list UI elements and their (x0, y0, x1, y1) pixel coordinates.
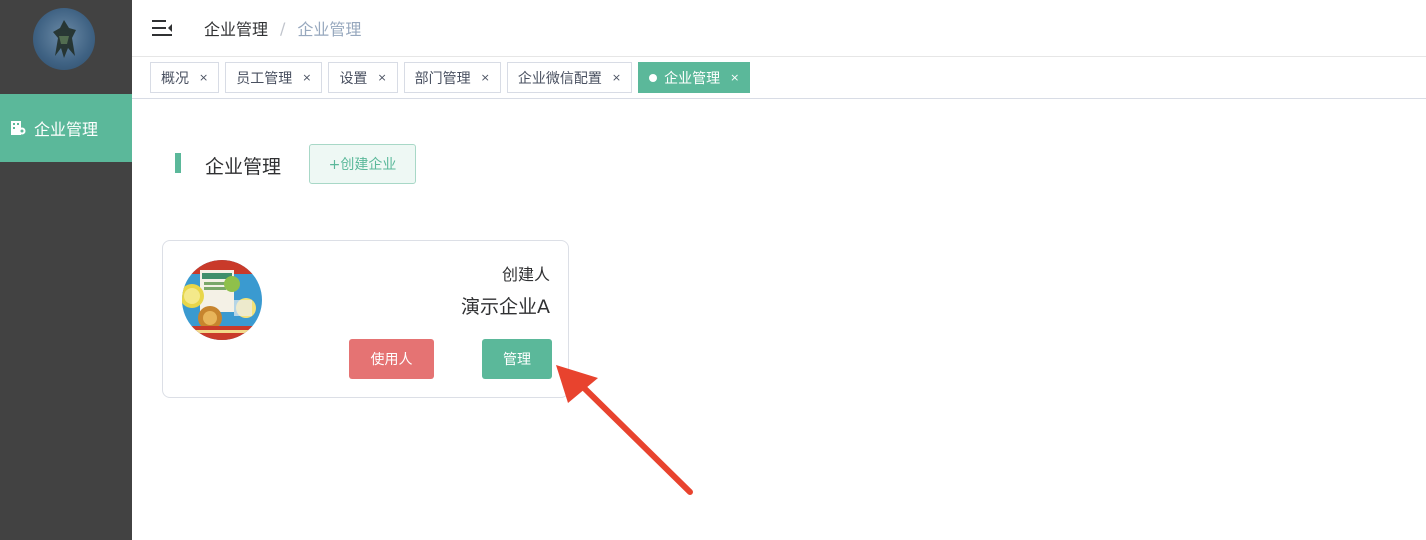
manage-button[interactable]: 管理 (482, 339, 552, 379)
users-button[interactable]: 使用人 (349, 339, 434, 379)
breadcrumb-item[interactable]: 企业管理 (204, 16, 268, 40)
tab-settings[interactable]: 设置 × (328, 62, 398, 93)
tabs-bar: 概况 × 员工管理 × 设置 × 部门管理 × 企业微信配置 × 企业管理 × (132, 57, 1426, 99)
creator-label: 创建人 (501, 265, 550, 284)
close-icon[interactable]: × (199, 71, 208, 84)
tab-label: 部门管理 (414, 70, 471, 87)
active-dot-icon (649, 73, 658, 82)
tab-department-management[interactable]: 部门管理 × (403, 62, 501, 93)
tab-label: 员工管理 (236, 70, 293, 87)
tab-wecom-config[interactable]: 企业微信配置 × (506, 62, 633, 93)
sidebar-item-label: 企业管理 (34, 120, 99, 139)
building-icon (10, 120, 26, 136)
close-icon[interactable]: × (481, 71, 490, 84)
user-avatar[interactable] (33, 8, 95, 70)
tab-label: 设置 (339, 70, 368, 87)
tab-label: 概况 (161, 70, 189, 87)
breadcrumb: 企业管理 / 企业管理 (204, 16, 361, 40)
tab-employee-management[interactable]: 员工管理 × (225, 62, 323, 93)
sidebar-item-company-management[interactable]: 企业管理 (0, 94, 132, 162)
close-icon[interactable]: × (612, 71, 621, 84)
tab-label: 企业微信配置 (517, 70, 602, 87)
collapse-menu-icon[interactable] (152, 19, 174, 37)
close-icon[interactable]: × (730, 71, 739, 84)
close-icon[interactable]: × (302, 71, 311, 84)
tab-overview[interactable]: 概况 × (150, 62, 220, 93)
red-arrow-annotation (556, 365, 693, 495)
tab-label: 企业管理 (664, 70, 721, 87)
breadcrumb-separator: / (280, 18, 286, 38)
company-name: 演示企业A (461, 296, 550, 318)
sidebar: 企业管理 (0, 0, 132, 540)
page-title: 企业管理 (205, 156, 282, 178)
tab-company-management[interactable]: 企业管理 × (638, 62, 751, 93)
close-icon[interactable]: × (377, 71, 386, 84)
company-card: 创建人 演示企业A 使用人 管理 (162, 240, 569, 398)
company-logo (182, 260, 262, 340)
breadcrumb-current: 企业管理 (297, 20, 362, 39)
create-company-button[interactable]: +创建企业 (309, 144, 416, 184)
title-accent-bar (175, 153, 181, 173)
header: 企业管理 / 企业管理 (132, 0, 1426, 57)
